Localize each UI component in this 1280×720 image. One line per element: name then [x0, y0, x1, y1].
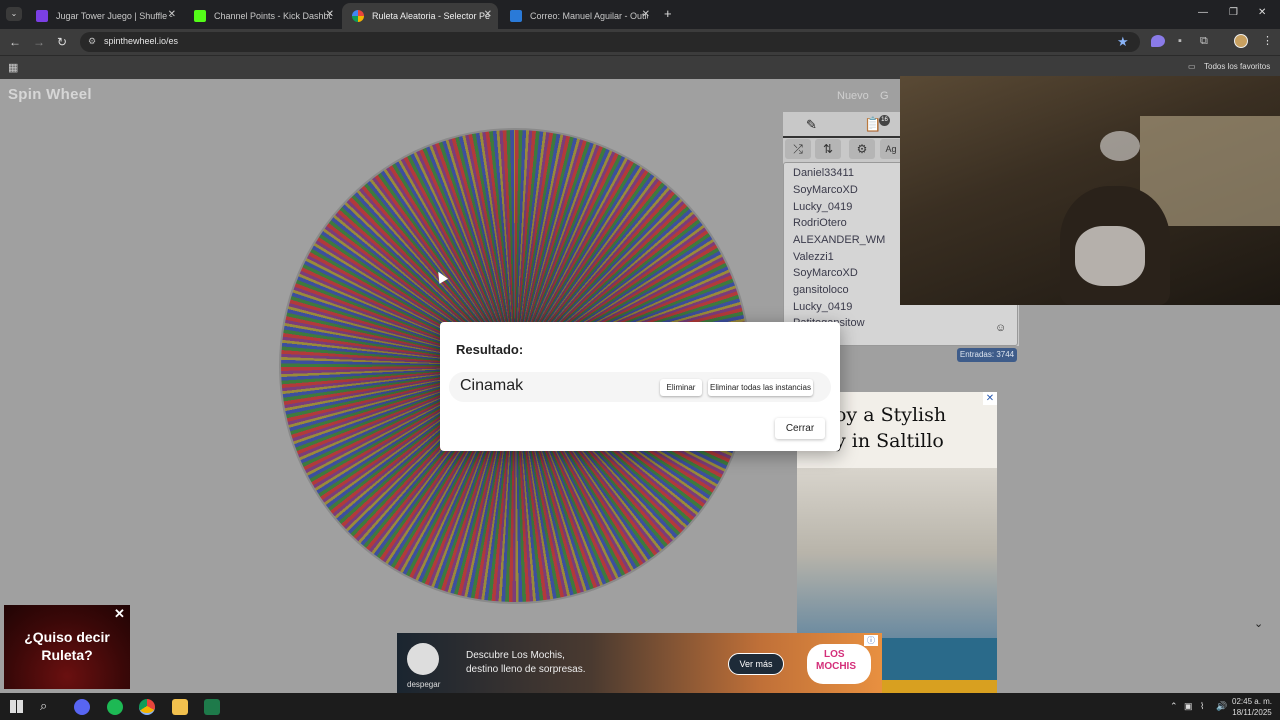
new-wheel-link[interactable]: Nuevo: [837, 90, 869, 102]
winner-name: Cinamak: [460, 377, 524, 394]
dialog-title: Resultado:: [456, 342, 524, 357]
share-link[interactable]: G: [880, 90, 889, 102]
volume-icon[interactable]: 🔊: [1216, 701, 1227, 712]
scroll-down-icon[interactable]: ⌄: [1254, 617, 1263, 630]
discord-icon[interactable]: [74, 699, 90, 715]
excel-icon[interactable]: [204, 699, 220, 715]
see-more-button[interactable]: Ver más: [728, 653, 784, 675]
outlook-favicon-icon: [510, 10, 522, 22]
roulette-corner-ad[interactable]: ¿Quiso decir Ruleta?: [4, 605, 130, 689]
settings-button[interactable]: ⚙: [849, 139, 875, 159]
tab-ruleta[interactable]: Ruleta Aleatoria - Selector Pers ✕: [342, 3, 498, 29]
site-logo[interactable]: Spin Wheel: [8, 86, 92, 103]
webcam-overlay: [900, 76, 1280, 305]
minimize-button[interactable]: —: [1198, 7, 1208, 18]
new-tab-button[interactable]: +: [664, 6, 672, 21]
close-tab-icon[interactable]: ✕: [642, 9, 650, 20]
forward-icon[interactable]: →: [33, 35, 45, 49]
close-dialog-button[interactable]: Cerrar: [775, 418, 825, 439]
clock-time: 02:45 a. m.: [1232, 697, 1273, 706]
reload-icon[interactable]: ↻: [57, 35, 67, 49]
ad-brand: despegar: [407, 680, 441, 689]
close-tab-icon[interactable]: ✕: [484, 9, 492, 20]
entry-line: SoyMarcoXD: [793, 184, 858, 196]
close-tab-icon[interactable]: ✕: [326, 9, 334, 20]
emoji-icon[interactable]: ☺: [995, 322, 1006, 334]
kick-favicon-icon: [194, 10, 206, 22]
remove-button[interactable]: Eliminar: [660, 379, 702, 396]
tab-search-button[interactable]: ⌄: [6, 7, 22, 21]
address-bar[interactable]: ⚙ spinthewheel.io/es: [80, 32, 1140, 52]
entry-line: SoyMarcoXD: [793, 267, 858, 279]
extension-icon[interactable]: [1151, 35, 1165, 47]
profile-avatar[interactable]: [1234, 34, 1248, 48]
folder-icon: ▭: [1188, 62, 1196, 71]
add-image-button[interactable]: Ag: [880, 139, 902, 159]
ad-info-icon[interactable]: ⓘ: [864, 635, 878, 646]
close-window-button[interactable]: ✕: [1258, 7, 1266, 18]
windows-start-icon[interactable]: [10, 700, 23, 713]
close-corner-ad-icon[interactable]: ✕: [114, 606, 125, 622]
corner-ad-line-2: Ruleta?: [41, 647, 93, 663]
entry-line: ALEXANDER_WM: [793, 234, 886, 246]
ad-strip: [882, 680, 997, 693]
headset-light: [1100, 131, 1140, 161]
sort-icon: ⇅: [822, 142, 834, 156]
results-count-badge: 16: [879, 115, 890, 126]
search-icon[interactable]: ⌕: [40, 698, 47, 714]
tray-chevron-icon[interactable]: ⌃: [1170, 701, 1178, 712]
entry-count-badge: Entradas: 3744: [957, 348, 1017, 362]
ad-text-1: Descubre Los Mochis,: [466, 650, 565, 661]
file-explorer-icon[interactable]: [172, 699, 188, 715]
despegar-logo-icon: [407, 643, 439, 675]
chrome-icon[interactable]: [139, 699, 155, 715]
bookmark-star-icon[interactable]: ★: [1117, 34, 1129, 50]
tab-outlook[interactable]: Correo: Manuel Aguilar - Outlo ✕: [500, 3, 656, 29]
entry-line: Lucky_0419: [793, 301, 853, 313]
clock-date: 18/11/2025: [1232, 708, 1272, 717]
taskbar-clock[interactable]: 02:45 a. m. 18/11/2025: [1232, 696, 1272, 718]
close-ad-icon[interactable]: ✕: [983, 392, 997, 405]
hotel-room-image: [797, 468, 997, 638]
edit-pencil-icon[interactable]: ✎: [806, 117, 817, 133]
shuffle-button[interactable]: ⤮: [785, 139, 811, 159]
extensions-puzzle-icon[interactable]: ⧉: [1200, 35, 1208, 48]
entry-line: Lucky_0419: [793, 201, 853, 213]
shuffle-icon: ⤮: [793, 142, 803, 156]
apps-grid-icon[interactable]: ▦: [8, 61, 18, 74]
maximize-button[interactable]: ❐: [1229, 7, 1238, 18]
logo-line-1: LOS: [824, 649, 845, 660]
entry-line: Daniel33411: [793, 167, 854, 179]
network-icon[interactable]: ⌇: [1200, 701, 1204, 712]
entry-line: RodriOtero: [793, 217, 847, 229]
logo-line-2: MOCHIS: [816, 661, 856, 672]
los-mochis-logo: LOS MOCHIS: [807, 644, 871, 684]
bottom-banner-ad[interactable]: despegar Descubre Los Mochis, destino ll…: [397, 633, 882, 693]
all-bookmarks-link[interactable]: Todos los favoritos: [1204, 62, 1270, 71]
gear-icon: ⚙: [856, 142, 868, 156]
tray-app-icon[interactable]: ▣: [1184, 701, 1193, 712]
windows-taskbar: [0, 693, 1280, 720]
entry-line: gansitoloco: [793, 284, 849, 296]
back-icon[interactable]: ←: [9, 35, 21, 49]
person-shirt: [1075, 226, 1145, 286]
ad-text-2: destino lleno de sorpresas.: [466, 664, 586, 675]
menu-icon[interactable]: ⋮: [1262, 34, 1273, 47]
remove-all-button[interactable]: Eliminar todas las instancias: [708, 379, 813, 396]
spotify-icon[interactable]: [107, 699, 123, 715]
wheel-favicon-icon: [352, 10, 364, 22]
sort-button[interactable]: ⇅: [815, 139, 841, 159]
close-tab-icon[interactable]: ✕: [168, 9, 176, 20]
entry-line: Valezzi1: [793, 251, 834, 263]
tab-shuffle[interactable]: Jugar Tower Juego | Shuffle - C ✕: [26, 3, 182, 29]
corner-ad-line-1: ¿Quiso decir: [24, 629, 110, 645]
tab-kick[interactable]: Channel Points - Kick Dashboard ✕: [184, 3, 340, 29]
media-icon[interactable]: ▪: [1178, 35, 1182, 47]
site-info-icon[interactable]: ⚙: [88, 36, 96, 47]
shuffle-favicon-icon: [36, 10, 48, 22]
